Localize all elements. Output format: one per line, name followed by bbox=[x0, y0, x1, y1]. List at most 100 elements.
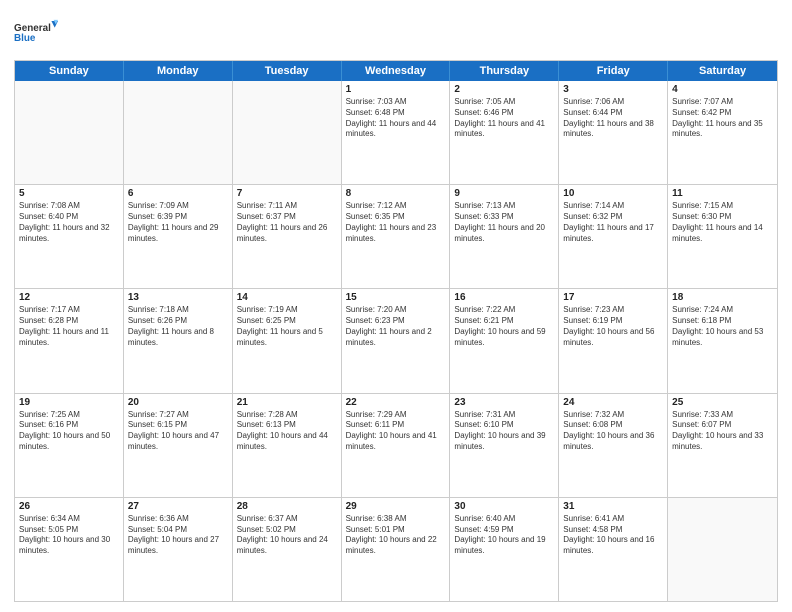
calendar-cell bbox=[233, 81, 342, 184]
cell-info: Sunrise: 7:18 AM Sunset: 6:26 PM Dayligh… bbox=[128, 305, 228, 348]
calendar-cell: 27 Sunrise: 6:36 AM Sunset: 5:04 PM Dayli… bbox=[124, 498, 233, 601]
calendar-cell: 2 Sunrise: 7:05 AM Sunset: 6:46 PM Daylig… bbox=[450, 81, 559, 184]
cell-info: Sunrise: 6:40 AM Sunset: 4:59 PM Dayligh… bbox=[454, 514, 554, 557]
day-number: 7 bbox=[237, 188, 337, 199]
cell-info: Sunrise: 7:19 AM Sunset: 6:25 PM Dayligh… bbox=[237, 305, 337, 348]
cell-info: Sunrise: 7:29 AM Sunset: 6:11 PM Dayligh… bbox=[346, 410, 446, 453]
calendar-cell: 3 Sunrise: 7:06 AM Sunset: 6:44 PM Daylig… bbox=[559, 81, 668, 184]
cell-info: Sunrise: 7:05 AM Sunset: 6:46 PM Dayligh… bbox=[454, 97, 554, 140]
day-header-monday: Monday bbox=[124, 61, 233, 81]
day-number: 29 bbox=[346, 501, 446, 512]
cell-info: Sunrise: 6:38 AM Sunset: 5:01 PM Dayligh… bbox=[346, 514, 446, 557]
cell-info: Sunrise: 7:17 AM Sunset: 6:28 PM Dayligh… bbox=[19, 305, 119, 348]
cell-info: Sunrise: 7:12 AM Sunset: 6:35 PM Dayligh… bbox=[346, 201, 446, 244]
calendar-week-0: 1 Sunrise: 7:03 AM Sunset: 6:48 PM Daylig… bbox=[15, 81, 777, 185]
cell-info: Sunrise: 7:22 AM Sunset: 6:21 PM Dayligh… bbox=[454, 305, 554, 348]
cell-info: Sunrise: 7:32 AM Sunset: 6:08 PM Dayligh… bbox=[563, 410, 663, 453]
calendar-cell: 26 Sunrise: 6:34 AM Sunset: 5:05 PM Dayli… bbox=[15, 498, 124, 601]
cell-info: Sunrise: 6:37 AM Sunset: 5:02 PM Dayligh… bbox=[237, 514, 337, 557]
calendar-cell: 4 Sunrise: 7:07 AM Sunset: 6:42 PM Daylig… bbox=[668, 81, 777, 184]
page: General Blue SundayMondayTuesdayWednesda… bbox=[0, 0, 792, 612]
cell-info: Sunrise: 7:03 AM Sunset: 6:48 PM Dayligh… bbox=[346, 97, 446, 140]
day-number: 31 bbox=[563, 501, 663, 512]
day-number: 21 bbox=[237, 397, 337, 408]
calendar-cell bbox=[15, 81, 124, 184]
cell-info: Sunrise: 7:08 AM Sunset: 6:40 PM Dayligh… bbox=[19, 201, 119, 244]
day-number: 22 bbox=[346, 397, 446, 408]
calendar-cell: 11 Sunrise: 7:15 AM Sunset: 6:30 PM Dayli… bbox=[668, 185, 777, 288]
cell-info: Sunrise: 7:15 AM Sunset: 6:30 PM Dayligh… bbox=[672, 201, 773, 244]
day-header-wednesday: Wednesday bbox=[342, 61, 451, 81]
day-number: 9 bbox=[454, 188, 554, 199]
day-number: 25 bbox=[672, 397, 773, 408]
day-number: 27 bbox=[128, 501, 228, 512]
cell-info: Sunrise: 7:06 AM Sunset: 6:44 PM Dayligh… bbox=[563, 97, 663, 140]
day-number: 4 bbox=[672, 84, 773, 95]
calendar-cell: 16 Sunrise: 7:22 AM Sunset: 6:21 PM Dayli… bbox=[450, 289, 559, 392]
day-number: 14 bbox=[237, 292, 337, 303]
day-number: 17 bbox=[563, 292, 663, 303]
calendar-cell: 14 Sunrise: 7:19 AM Sunset: 6:25 PM Dayli… bbox=[233, 289, 342, 392]
cell-info: Sunrise: 7:24 AM Sunset: 6:18 PM Dayligh… bbox=[672, 305, 773, 348]
day-header-thursday: Thursday bbox=[450, 61, 559, 81]
cell-info: Sunrise: 6:34 AM Sunset: 5:05 PM Dayligh… bbox=[19, 514, 119, 557]
calendar-cell: 22 Sunrise: 7:29 AM Sunset: 6:11 PM Dayli… bbox=[342, 394, 451, 497]
calendar-cell: 24 Sunrise: 7:32 AM Sunset: 6:08 PM Dayli… bbox=[559, 394, 668, 497]
calendar-week-3: 19 Sunrise: 7:25 AM Sunset: 6:16 PM Dayli… bbox=[15, 394, 777, 498]
cell-info: Sunrise: 7:25 AM Sunset: 6:16 PM Dayligh… bbox=[19, 410, 119, 453]
day-number: 13 bbox=[128, 292, 228, 303]
calendar-cell: 1 Sunrise: 7:03 AM Sunset: 6:48 PM Daylig… bbox=[342, 81, 451, 184]
day-header-tuesday: Tuesday bbox=[233, 61, 342, 81]
day-header-sunday: Sunday bbox=[15, 61, 124, 81]
day-number: 5 bbox=[19, 188, 119, 199]
calendar-cell: 23Sunrise: 7:31 AM Sunset: 6:10 PM Dayli… bbox=[450, 394, 559, 497]
cell-info: Sunrise: 7:11 AM Sunset: 6:37 PM Dayligh… bbox=[237, 201, 337, 244]
cell-info: Sunrise: 7:20 AM Sunset: 6:23 PM Dayligh… bbox=[346, 305, 446, 348]
calendar: SundayMondayTuesdayWednesdayThursdayFrid… bbox=[14, 60, 778, 602]
cell-info: Sunrise: 7:07 AM Sunset: 6:42 PM Dayligh… bbox=[672, 97, 773, 140]
calendar-header-row: SundayMondayTuesdayWednesdayThursdayFrid… bbox=[15, 61, 777, 81]
calendar-cell bbox=[668, 498, 777, 601]
calendar-body: 1 Sunrise: 7:03 AM Sunset: 6:48 PM Daylig… bbox=[15, 81, 777, 601]
day-number: 2 bbox=[454, 84, 554, 95]
cell-info: Sunrise: 7:13 AM Sunset: 6:33 PM Dayligh… bbox=[454, 201, 554, 244]
day-number: 18 bbox=[672, 292, 773, 303]
cell-info: Sunrise: 6:36 AM Sunset: 5:04 PM Dayligh… bbox=[128, 514, 228, 557]
calendar-cell: 9 Sunrise: 7:13 AM Sunset: 6:33 PM Daylig… bbox=[450, 185, 559, 288]
calendar-cell: 12Sunrise: 7:17 AM Sunset: 6:28 PM Dayli… bbox=[15, 289, 124, 392]
svg-text:General: General bbox=[14, 23, 51, 34]
cell-info: Sunrise: 7:33 AM Sunset: 6:07 PM Dayligh… bbox=[672, 410, 773, 453]
calendar-week-2: 12Sunrise: 7:17 AM Sunset: 6:28 PM Dayli… bbox=[15, 289, 777, 393]
day-number: 23 bbox=[454, 397, 554, 408]
header: General Blue bbox=[14, 10, 778, 54]
day-number: 11 bbox=[672, 188, 773, 199]
calendar-week-1: 5 Sunrise: 7:08 AM Sunset: 6:40 PM Daylig… bbox=[15, 185, 777, 289]
calendar-cell: 30 Sunrise: 6:40 AM Sunset: 4:59 PM Dayli… bbox=[450, 498, 559, 601]
calendar-cell: 21Sunrise: 7:28 AM Sunset: 6:13 PM Dayli… bbox=[233, 394, 342, 497]
day-number: 3 bbox=[563, 84, 663, 95]
calendar-cell: 20Sunrise: 7:27 AM Sunset: 6:15 PM Dayli… bbox=[124, 394, 233, 497]
day-number: 26 bbox=[19, 501, 119, 512]
logo: General Blue bbox=[14, 10, 58, 54]
day-number: 24 bbox=[563, 397, 663, 408]
cell-info: Sunrise: 7:23 AM Sunset: 6:19 PM Dayligh… bbox=[563, 305, 663, 348]
calendar-cell: 25 Sunrise: 7:33 AM Sunset: 6:07 PM Dayli… bbox=[668, 394, 777, 497]
day-header-friday: Friday bbox=[559, 61, 668, 81]
cell-info: Sunrise: 7:27 AM Sunset: 6:15 PM Dayligh… bbox=[128, 410, 228, 453]
calendar-cell: 5 Sunrise: 7:08 AM Sunset: 6:40 PM Daylig… bbox=[15, 185, 124, 288]
day-number: 16 bbox=[454, 292, 554, 303]
calendar-week-4: 26 Sunrise: 6:34 AM Sunset: 5:05 PM Dayli… bbox=[15, 498, 777, 601]
calendar-cell: 8 Sunrise: 7:12 AM Sunset: 6:35 PM Daylig… bbox=[342, 185, 451, 288]
logo-svg: General Blue bbox=[14, 10, 58, 54]
calendar-cell: 15Sunrise: 7:20 AM Sunset: 6:23 PM Dayli… bbox=[342, 289, 451, 392]
day-number: 6 bbox=[128, 188, 228, 199]
day-number: 30 bbox=[454, 501, 554, 512]
day-number: 1 bbox=[346, 84, 446, 95]
day-number: 8 bbox=[346, 188, 446, 199]
calendar-cell: 10Sunrise: 7:14 AM Sunset: 6:32 PM Dayli… bbox=[559, 185, 668, 288]
calendar-cell: 6 Sunrise: 7:09 AM Sunset: 6:39 PM Daylig… bbox=[124, 185, 233, 288]
calendar-cell bbox=[124, 81, 233, 184]
cell-info: Sunrise: 7:14 AM Sunset: 6:32 PM Dayligh… bbox=[563, 201, 663, 244]
cell-info: Sunrise: 7:09 AM Sunset: 6:39 PM Dayligh… bbox=[128, 201, 228, 244]
day-number: 19 bbox=[19, 397, 119, 408]
